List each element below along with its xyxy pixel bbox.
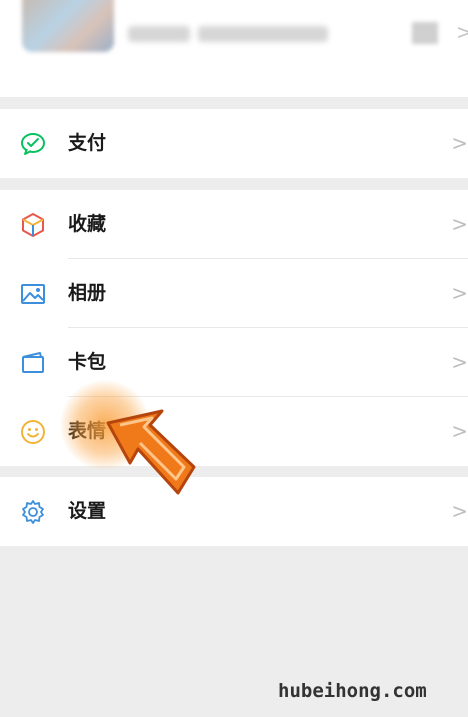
chevron-right-icon: > — [451, 212, 468, 236]
settings-section: 设置 > — [0, 477, 468, 546]
status-blurred — [198, 26, 328, 42]
image-icon — [21, 284, 45, 304]
wechat-id-blurred — [128, 26, 190, 42]
menu-label-album: 相册 — [68, 282, 107, 304]
menu-label-pay: 支付 — [68, 132, 107, 154]
menu-item-settings[interactable]: 设置 > — [0, 477, 468, 546]
chevron-right-icon: > — [451, 419, 468, 443]
chevron-right-icon: > — [451, 499, 468, 523]
chevron-right-icon: > — [451, 350, 468, 374]
chevron-right-icon: > — [456, 20, 468, 44]
wechat-pay-icon — [21, 133, 45, 155]
pointer-arrow-icon — [106, 409, 196, 495]
menu-item-cards[interactable]: 卡包 > — [0, 328, 468, 397]
cube-icon — [22, 213, 44, 237]
menu-label-favorites: 收藏 — [68, 213, 107, 235]
profile-header[interactable]: > — [0, 0, 468, 97]
watermark: hubeihong.com — [278, 680, 427, 702]
menu-item-album[interactable]: 相册 > — [0, 259, 468, 328]
smiley-icon — [21, 420, 45, 444]
qr-code-icon[interactable] — [412, 22, 438, 44]
wallet-icon — [22, 352, 44, 373]
avatar[interactable] — [22, 0, 114, 52]
gear-icon — [22, 500, 44, 524]
chevron-right-icon: > — [451, 131, 468, 155]
pay-section: 支付 > — [0, 109, 468, 178]
menu-item-pay[interactable]: 支付 > — [0, 109, 468, 178]
chevron-right-icon: > — [451, 281, 468, 305]
menu-item-favorites[interactable]: 收藏 > — [0, 190, 468, 259]
